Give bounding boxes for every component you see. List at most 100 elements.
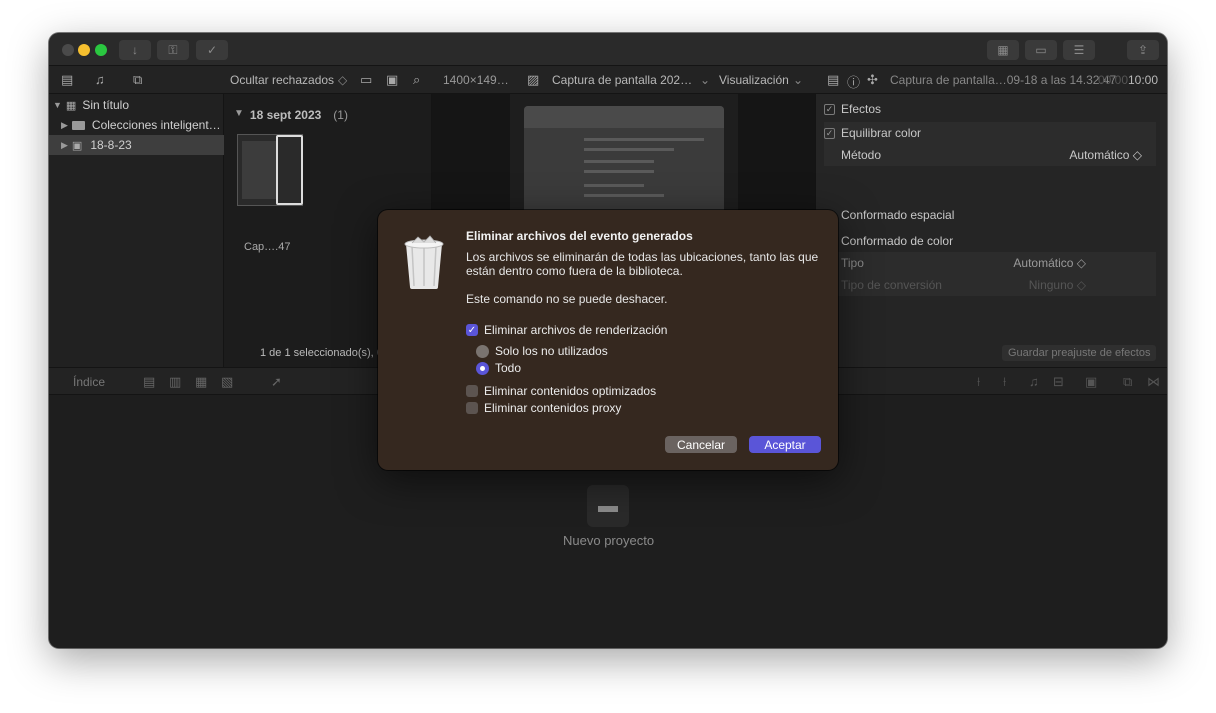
filmstrip-icon[interactable]: ▣ (386, 72, 398, 88)
accept-button[interactable]: Aceptar (749, 436, 821, 453)
snapping-icon[interactable]: ⊟ (1053, 374, 1064, 390)
minimize-window-button[interactable] (78, 44, 90, 56)
share-icon: ⇪ (1137, 43, 1149, 57)
clapperboard-icon[interactable]: ▬ (587, 485, 629, 527)
preview-line (584, 170, 654, 173)
app-window: ↓ ⚿ ✓ ▦ ▭ ☰ ⇪ ▤ ♫ ⧉ Ocultar rechazados ◇… (49, 33, 1167, 648)
delete-proxy-option[interactable]: Eliminar contenidos proxy (466, 401, 621, 415)
overwrite-clip-icon[interactable]: ▧ (221, 374, 233, 390)
close-window-button[interactable] (62, 44, 74, 56)
share-button[interactable]: ⇪ (1127, 40, 1159, 60)
view-menu[interactable]: Visualización (719, 73, 789, 87)
balance-color-row[interactable]: ✓ Equilibrar color (824, 122, 1156, 144)
disclosure-triangle-icon[interactable]: ▼ (53, 100, 62, 110)
import-button[interactable]: ↓ (119, 40, 151, 60)
date-group-header[interactable]: ▼ 18 sept 2023 (1) (234, 108, 348, 122)
sidebar-item-event[interactable]: ▶ ▣ 18-8-23 (49, 135, 224, 155)
maximize-window-button[interactable] (95, 44, 107, 56)
audio-skimming-icon[interactable]: ⟊ (1003, 374, 1006, 390)
skimming-icon[interactable]: ⟊ (977, 374, 980, 390)
inspector-clip-name: Captura de pantalla…09-18 a las 14.32.47 (890, 73, 1117, 87)
balance-color-checkbox[interactable]: ✓ (824, 127, 835, 139)
preview-line (584, 138, 704, 141)
spatial-conform-row[interactable]: Conformado espacial (824, 204, 1156, 226)
disclosure-triangle-icon[interactable]: ▶ (61, 120, 68, 131)
method-select[interactable]: Automático ◇ (1069, 148, 1142, 162)
info-icon[interactable]: ⓘ (847, 72, 860, 91)
folder-icon (71, 120, 85, 130)
clip-appearance-icon[interactable]: ▣ (1085, 374, 1097, 390)
sidebar-item-label: Colecciones inteligent… (91, 118, 221, 132)
effects-checkbox[interactable]: ✓ (824, 103, 835, 115)
all-radio[interactable]: Todo (476, 361, 521, 375)
keywords-button[interactable]: ⚿ (157, 40, 189, 60)
selection-status: 1 de 1 seleccionado(s), 04 (260, 347, 390, 359)
new-project-label[interactable]: Nuevo proyecto (563, 533, 654, 548)
append-clip-icon[interactable]: ▦ (195, 374, 207, 390)
method-label: Método (841, 148, 882, 162)
option-label: Eliminar archivos de renderización (484, 323, 668, 337)
thumbnail-selection (276, 135, 303, 205)
inspector-layout-button[interactable]: ☰ (1063, 40, 1095, 60)
checkbox-unchecked-icon[interactable] (466, 402, 478, 414)
key-icon: ⚿ (168, 42, 178, 57)
sliders-icon: ☰ (1073, 43, 1085, 57)
effects-row[interactable]: ✓ Efectos (824, 98, 1156, 120)
chevron-down-icon: ⌄ (700, 73, 711, 87)
sidebar-item-library[interactable]: ▼ ▦ Sin título (49, 95, 224, 115)
image-icon: ▨ (527, 72, 540, 87)
delete-render-files-option[interactable]: ✓ Eliminar archivos de renderización (466, 323, 667, 337)
title-bar: ↓ ⚿ ✓ ▦ ▭ ☰ ⇪ (49, 33, 1167, 66)
save-effects-preset-button[interactable]: Guardar preajuste de efectos (1002, 345, 1157, 361)
sidebar-item-label: Sin título (82, 98, 130, 112)
sidebar-item-smart-collections[interactable]: ▶ Colecciones inteligent… (49, 115, 224, 135)
conversion-select[interactable]: Ninguno ◇ (1029, 278, 1086, 292)
insert-clip-icon[interactable]: ▥ (169, 374, 181, 390)
conversion-row: Tipo de conversión Ninguno ◇ (824, 274, 1156, 296)
browser-layout-button[interactable]: ▦ (987, 40, 1019, 60)
timeline-icon: ▭ (1035, 43, 1047, 57)
sidebar-item-label: 18-8-23 (90, 138, 132, 152)
disclosure-triangle-icon[interactable]: ▶ (61, 140, 68, 151)
color-conform-label: Conformado de color (841, 234, 954, 248)
delete-optimized-option[interactable]: Eliminar contenidos optimizados (466, 384, 656, 398)
checkmark-circle-icon: ✓ (206, 43, 218, 57)
chevron-updown-icon: ◇ (338, 73, 348, 87)
headphones-icon[interactable]: ♫ (1029, 374, 1039, 389)
viewer-clip-name[interactable]: Captura de pantalla 202… (552, 73, 692, 87)
clip-thumbnail[interactable] (237, 134, 303, 206)
hide-rejected-filter[interactable]: Ocultar rechazados (230, 73, 334, 87)
color-conform-row[interactable]: ✓ Conformado de color (824, 230, 1156, 252)
radio-off-icon[interactable] (476, 344, 489, 358)
checkbox-unchecked-icon[interactable] (466, 385, 478, 397)
select-tool-icon[interactable]: ➚ (271, 374, 282, 390)
titles-icon[interactable]: ⧉ (133, 72, 142, 88)
radio-on-icon[interactable] (476, 361, 489, 375)
option-label: Eliminar contenidos optimizados (484, 384, 657, 398)
index-button[interactable]: Índice (73, 375, 105, 389)
search-icon[interactable]: ⌕ (413, 72, 420, 88)
libraries-sidebar: ▼ ▦ Sin título ▶ Colecciones inteligent…… (49, 94, 224, 367)
inspector: ✓ Efectos ✓ Equilibrar color Método Auto… (815, 94, 1167, 367)
photos-icon[interactable]: ♫ (95, 72, 105, 87)
checkbox-checked-icon[interactable]: ✓ (466, 324, 478, 336)
unused-only-radio[interactable]: Solo los no utilizados (476, 344, 608, 358)
transitions-icon[interactable]: ⋈ (1147, 374, 1160, 390)
cancel-button[interactable]: Cancelar (665, 436, 737, 453)
disclosure-triangle-icon: ▼ (234, 108, 244, 119)
trash-icon (404, 235, 444, 289)
background-tasks-button[interactable]: ✓ (196, 40, 228, 60)
thumbnail-image (242, 141, 276, 199)
option-label: Eliminar contenidos proxy (484, 401, 622, 415)
library-icon[interactable]: ▤ (61, 72, 73, 88)
transform-icon[interactable]: ✣ (867, 72, 878, 88)
clip-appearance-icon[interactable]: ▭ (360, 72, 372, 88)
library-icon: ▦ (65, 99, 77, 112)
connect-clip-icon[interactable]: ▤ (143, 374, 155, 390)
type-select[interactable]: Automático ◇ (1013, 256, 1086, 270)
video-inspector-icon[interactable]: ▤ (827, 72, 839, 88)
balance-color-label: Equilibrar color (841, 126, 922, 140)
effects-browser-icon[interactable]: ⧉ (1123, 374, 1132, 390)
effects-label: Efectos (841, 102, 882, 116)
timeline-layout-button[interactable]: ▭ (1025, 40, 1057, 60)
